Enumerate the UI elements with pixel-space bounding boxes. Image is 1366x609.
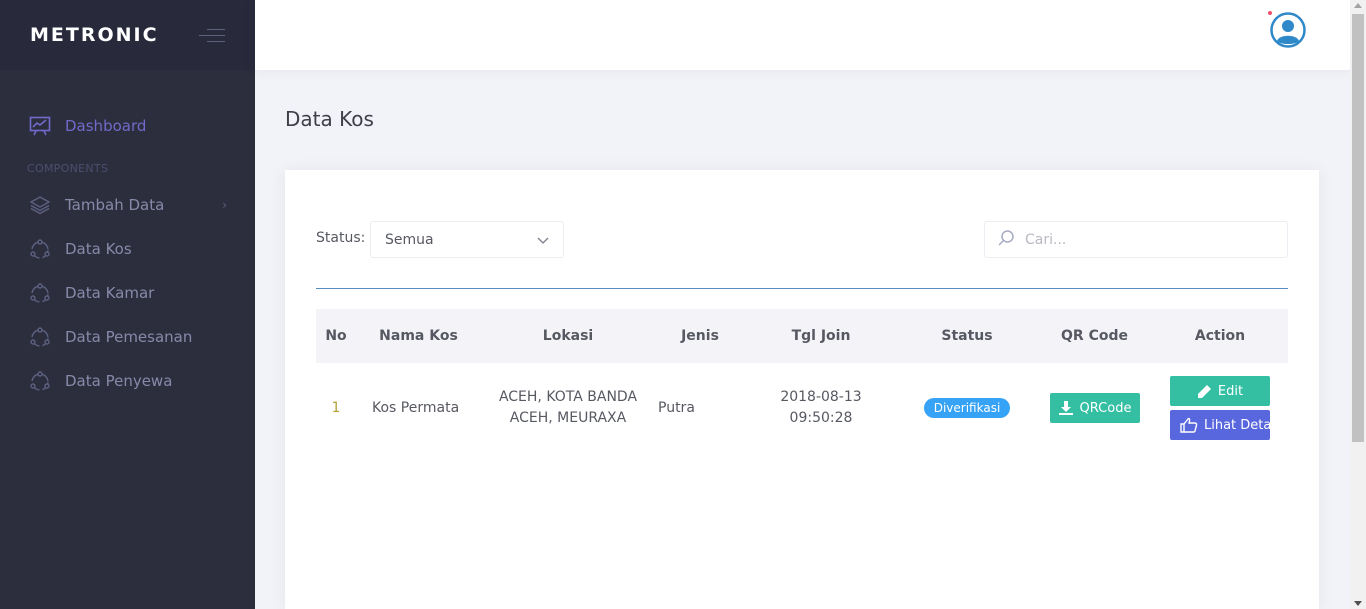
layers-icon [28, 193, 52, 217]
column-header-status[interactable]: Status [897, 328, 1037, 344]
search-input[interactable] [1025, 231, 1265, 248]
sidebar-item-tambah-data[interactable]: Tambah Data › [0, 183, 255, 227]
cell-status: Diverifikasi [897, 397, 1037, 419]
sidebar-item-label: Data Kamar [65, 284, 155, 302]
content-card: Status: Semua No Nama Kos Lokasi Jenis T… [285, 170, 1319, 609]
cell-jenis: Putra [658, 399, 695, 416]
sidebar-item-label: Data Penyewa [65, 372, 173, 390]
cell-nama-kos: Kos Permata [372, 399, 460, 416]
status-filter-label: Status: [316, 230, 366, 246]
table-header-row: No Nama Kos Lokasi Jenis Tgl Join Status… [316, 309, 1288, 363]
qrcode-button-label: QRCode [1079, 400, 1132, 416]
scrollbar-thumb[interactable] [1352, 14, 1364, 442]
cell-qr-code: QRCode [1037, 393, 1152, 423]
cell-action: Edit Lihat Detail [1152, 376, 1288, 440]
circle-nodes-icon [28, 325, 52, 349]
sidebar-menu: Dashboard COMPONENTS Tambah Data › Data … [0, 70, 255, 403]
edit-button[interactable]: Edit [1170, 376, 1270, 406]
sidebar-item-dashboard[interactable]: Dashboard [0, 104, 255, 148]
status-filter-value: Semua [385, 231, 434, 248]
brand-logo[interactable]: METRONIC [30, 24, 159, 46]
cell-lokasi-line: ACEH, MEURAXA [509, 410, 627, 426]
chart-icon [28, 114, 52, 138]
table-row: 1 Kos Permata ACEH, KOTA BANDA ACEH, MEU… [316, 363, 1288, 453]
search-box[interactable] [984, 221, 1288, 258]
thumbs-up-icon [1180, 417, 1198, 433]
sidebar-item-label: Data Pemesanan [65, 328, 193, 346]
sidebar-item-label: Tambah Data [65, 196, 165, 214]
cell-no: 1 [331, 399, 341, 416]
column-header-no[interactable]: No [316, 328, 356, 344]
menu-section-label: COMPONENTS [27, 162, 109, 175]
scroll-up-arrow-icon[interactable] [1354, 3, 1362, 8]
sidebar: METRONIC Dashboard COMPONENTS Tambah Dat… [0, 0, 255, 609]
divider [316, 288, 1288, 289]
sidebar-item-label: Data Kos [65, 240, 132, 258]
column-header-tgl-join[interactable]: Tgl Join [745, 328, 897, 344]
chevron-down-icon [537, 230, 549, 249]
edit-button-label: Edit [1217, 383, 1244, 399]
column-header-nama-kos[interactable]: Nama Kos [356, 328, 481, 344]
column-header-lokasi[interactable]: Lokasi [481, 328, 655, 344]
column-header-jenis[interactable]: Jenis [655, 328, 745, 344]
chevron-right-icon: › [222, 198, 227, 212]
cell-lokasi: ACEH, KOTA BANDA ACEH, MEURAXA [481, 387, 655, 429]
circle-nodes-icon [28, 281, 52, 305]
sidebar-item-data-kos[interactable]: Data Kos [0, 227, 255, 271]
sidebar-item-data-kamar[interactable]: Data Kamar [0, 271, 255, 315]
menu-toggle-icon[interactable] [199, 27, 225, 43]
cell-lokasi-line: ACEH, KOTA BANDA [498, 389, 638, 405]
circle-nodes-icon [28, 237, 52, 261]
user-avatar-icon[interactable] [1270, 12, 1306, 48]
cell-tgl-join: 2018-08-13 09:50:28 [745, 387, 897, 429]
qrcode-download-button[interactable]: QRCode [1049, 393, 1140, 423]
view-detail-button[interactable]: Lihat Detail [1170, 410, 1270, 440]
status-badge: Diverifikasi [923, 397, 1011, 418]
scroll-down-arrow-icon[interactable] [1354, 601, 1362, 606]
download-icon [1058, 400, 1074, 416]
column-header-qr-code[interactable]: QR Code [1037, 328, 1152, 344]
search-icon [997, 229, 1015, 251]
cell-tgl-time: 09:50:28 [789, 410, 853, 426]
column-header-action[interactable]: Action [1152, 328, 1288, 344]
pencil-icon [1197, 384, 1212, 399]
sidebar-item-label: Dashboard [65, 117, 147, 135]
page-title: Data Kos [285, 107, 374, 131]
top-header [255, 0, 1350, 70]
brand-bar: METRONIC [0, 0, 255, 70]
status-filter-select[interactable]: Semua [370, 221, 564, 258]
vertical-scrollbar[interactable] [1350, 0, 1366, 609]
circle-nodes-icon [28, 369, 52, 393]
sidebar-item-data-penyewa[interactable]: Data Penyewa [0, 359, 255, 403]
cell-tgl-date: 2018-08-13 [780, 389, 862, 405]
data-table: No Nama Kos Lokasi Jenis Tgl Join Status… [316, 309, 1288, 453]
view-detail-button-label: Lihat Detail [1204, 417, 1270, 433]
sidebar-item-data-pemesanan[interactable]: Data Pemesanan [0, 315, 255, 359]
